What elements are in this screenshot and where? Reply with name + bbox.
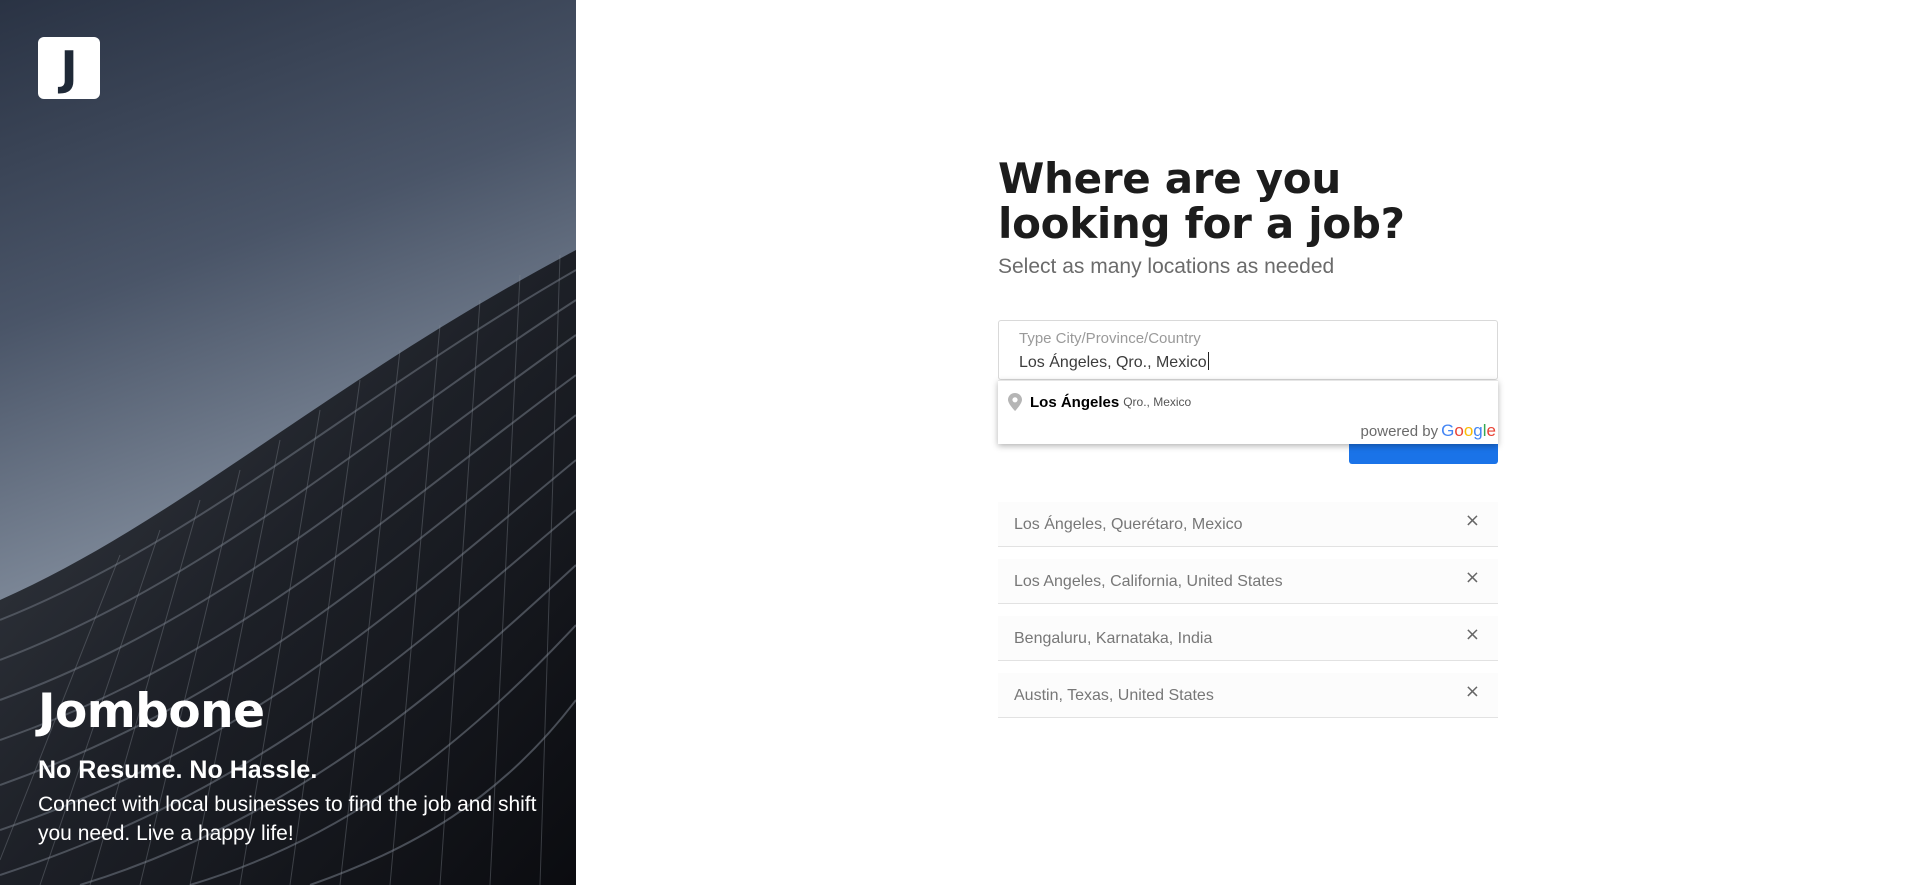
- selected-location-item: Bengaluru, Karnataka, India ×: [998, 616, 1498, 661]
- jombone-logo[interactable]: J: [38, 37, 100, 99]
- selected-location-label: Los Ángeles, Querétaro, Mexico: [1014, 516, 1243, 533]
- page-title: Where are you looking for a job?: [998, 154, 1405, 248]
- selected-location-item: Austin, Texas, United States ×: [998, 673, 1498, 718]
- remove-location-button[interactable]: ×: [1465, 681, 1480, 702]
- powered-by-text: powered by: [1360, 423, 1439, 440]
- selected-locations-list: Los Ángeles, Querétaro, Mexico × Los Ang…: [998, 502, 1498, 730]
- selected-location-item: Los Ángeles, Querétaro, Mexico ×: [998, 502, 1498, 547]
- selected-location-label: Los Angeles, California, United States: [1014, 573, 1283, 590]
- autocomplete-dropdown: Los Ángeles Qro., Mexico powered by Goog…: [998, 380, 1498, 444]
- location-search-field[interactable]: Type City/Province/Country Los Ángeles, …: [998, 320, 1498, 380]
- search-value-text: Los Ángeles, Qro., Mexico: [1019, 354, 1207, 371]
- remove-location-button[interactable]: ×: [1465, 510, 1480, 531]
- hero-description: Connect with local businesses to find th…: [38, 793, 537, 845]
- logo-letter: J: [60, 41, 78, 95]
- selected-location-label: Bengaluru, Karnataka, India: [1014, 630, 1213, 647]
- autocomplete-suggestion[interactable]: Los Ángeles Qro., Mexico: [1008, 391, 1191, 413]
- building-background-image: [0, 250, 576, 885]
- page-subtitle: Select as many locations as needed: [998, 255, 1335, 278]
- suggestion-main-text: Los Ángeles: [1030, 393, 1120, 411]
- selected-location-item: Los Angeles, California, United States ×: [998, 559, 1498, 604]
- remove-location-button[interactable]: ×: [1465, 567, 1480, 588]
- search-label: Type City/Province/Country: [1019, 330, 1201, 347]
- remove-location-button[interactable]: ×: [1465, 624, 1480, 645]
- powered-by-google: powered by Google: [1361, 421, 1496, 441]
- location-search-input[interactable]: Los Ángeles, Qro., Mexico: [1019, 352, 1209, 372]
- text-caret: [1207, 352, 1209, 370]
- tagline: No Resume. No Hassle.: [38, 756, 318, 784]
- selected-location-label: Austin, Texas, United States: [1014, 687, 1214, 704]
- suggestion-secondary-text: Qro., Mexico: [1123, 395, 1192, 409]
- brand-name: Jombone: [38, 684, 265, 739]
- map-pin-icon: [1008, 393, 1022, 411]
- google-logo: Google: [1441, 421, 1496, 440]
- hero-panel: J Jombone No Resume. No Hassle. Connect …: [0, 0, 576, 885]
